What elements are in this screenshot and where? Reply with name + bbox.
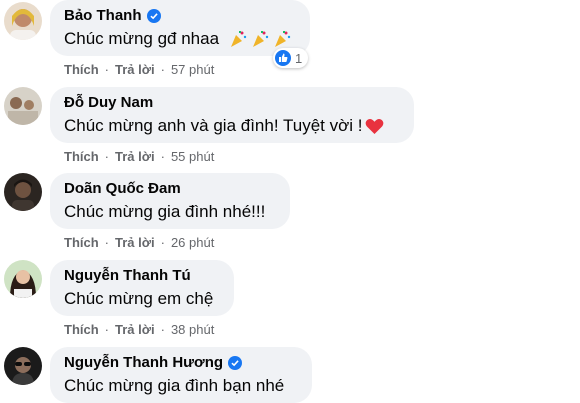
comment-bubble: Nguyễn Thanh Hương Chúc mừng gia đình bạ… bbox=[50, 347, 312, 403]
reply-link[interactable]: Trả lời bbox=[115, 235, 155, 250]
comment-item: Nguyễn Thanh Tú Chúc mừng em chệ Thích ·… bbox=[0, 260, 580, 340]
red-heart-icon bbox=[366, 118, 384, 134]
comment-item: Bảo Thanh Chúc mừng gđ nhaa 1 Thích · Tr… bbox=[0, 0, 580, 80]
avatar[interactable] bbox=[4, 87, 42, 125]
commenter-name[interactable]: Bảo Thanh bbox=[64, 7, 142, 25]
verified-badge-icon bbox=[146, 9, 161, 23]
commenter-name[interactable]: Đỗ Duy Nam bbox=[64, 94, 153, 112]
comment-text: Chúc mừng em chệ bbox=[64, 289, 214, 308]
separator-dot: · bbox=[104, 322, 110, 337]
reaction-count-badge[interactable]: 1 bbox=[273, 48, 309, 68]
comment-text: Chúc mừng anh và gia đình! Tuyệt vời ! bbox=[64, 116, 363, 135]
like-link[interactable]: Thích bbox=[64, 235, 99, 250]
comment-bubble: Doãn Quốc Đam Chúc mừng gia đình nhé!!! bbox=[50, 173, 290, 229]
separator-dot: · bbox=[160, 149, 165, 164]
comment-text: Chúc mừng gia đình bạn nhé bbox=[64, 376, 285, 395]
comment-bubble: Nguyễn Thanh Tú Chúc mừng em chệ bbox=[50, 260, 234, 316]
comment-actions: Thích · Trả lời · 57 phút bbox=[64, 62, 214, 77]
verified-badge-icon bbox=[228, 356, 243, 370]
comment-item: Đỗ Duy Nam Chúc mừng anh và gia đình! Tu… bbox=[0, 87, 580, 167]
comment-actions: Thích · Trả lời · 38 phút bbox=[64, 322, 214, 337]
timestamp[interactable]: 55 phút bbox=[171, 149, 214, 164]
like-link[interactable]: Thích bbox=[64, 322, 99, 337]
party-popper-icon bbox=[228, 29, 292, 49]
comment-text: Chúc mừng gđ nhaa bbox=[64, 29, 220, 48]
reply-link[interactable]: Trả lời bbox=[115, 149, 155, 164]
reply-link[interactable]: Trả lời bbox=[115, 62, 155, 77]
comment-bubble: Đỗ Duy Nam Chúc mừng anh và gia đình! Tu… bbox=[50, 87, 414, 143]
separator-dot: · bbox=[104, 62, 110, 77]
avatar[interactable] bbox=[4, 173, 42, 211]
avatar[interactable] bbox=[4, 2, 42, 40]
like-link[interactable]: Thích bbox=[64, 62, 99, 77]
reply-link[interactable]: Trả lời bbox=[115, 322, 155, 337]
commenter-name[interactable]: Doãn Quốc Đam bbox=[64, 180, 181, 198]
like-link[interactable]: Thích bbox=[64, 149, 99, 164]
comment-actions: Thích · Trả lời · 55 phút bbox=[64, 149, 214, 164]
avatar[interactable] bbox=[4, 260, 42, 298]
avatar[interactable] bbox=[4, 347, 42, 385]
timestamp[interactable]: 38 phút bbox=[171, 322, 214, 337]
comment-actions: Thích · Trả lời · 26 phút bbox=[64, 235, 214, 250]
commenter-name[interactable]: Nguyễn Thanh Tú bbox=[64, 267, 191, 285]
separator-dot: · bbox=[160, 62, 165, 77]
comment-text: Chúc mừng gia đình nhé!!! bbox=[64, 202, 266, 221]
like-icon bbox=[275, 50, 291, 66]
timestamp[interactable]: 26 phút bbox=[171, 235, 214, 250]
separator-dot: · bbox=[104, 149, 110, 164]
commenter-name[interactable]: Nguyễn Thanh Hương bbox=[64, 354, 223, 372]
separator-dot: · bbox=[104, 235, 110, 250]
separator-dot: · bbox=[160, 235, 165, 250]
reaction-count: 1 bbox=[295, 50, 303, 66]
comment-item: Nguyễn Thanh Hương Chúc mừng gia đình bạ… bbox=[0, 347, 580, 403]
comment-bubble: Bảo Thanh Chúc mừng gđ nhaa bbox=[50, 0, 310, 56]
separator-dot: · bbox=[160, 322, 165, 337]
timestamp[interactable]: 57 phút bbox=[171, 62, 214, 77]
comment-item: Doãn Quốc Đam Chúc mừng gia đình nhé!!! … bbox=[0, 173, 580, 253]
